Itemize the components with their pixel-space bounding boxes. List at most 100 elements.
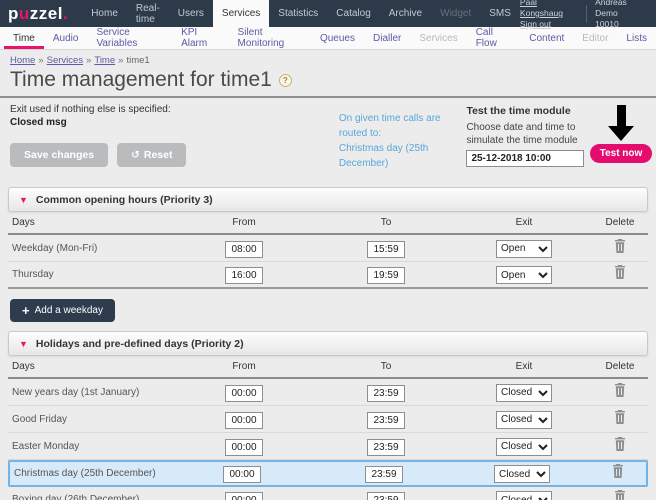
breadcrumb: Home»Services»Time»time1 [0, 50, 656, 66]
to-time-input[interactable] [367, 267, 405, 284]
test-module-block: Test the time module Choose date and tim… [466, 103, 594, 171]
table-header: Days From To Exit Delete [8, 212, 648, 235]
exit-select[interactable]: Open [496, 240, 552, 258]
collapse-triangle-icon: ▼ [19, 339, 28, 349]
col-from: From [172, 217, 316, 228]
user-links: Paal Kongshaug Sign out [520, 0, 578, 30]
user-area: Paal Kongshaug Sign out Andreas Demo 100… [520, 0, 656, 27]
trash-icon[interactable] [614, 437, 626, 456]
subnav-service-variables[interactable]: Service Variables [87, 27, 172, 49]
trash-icon[interactable] [614, 410, 626, 429]
section-title: Holidays and pre-defined days (Priority … [36, 338, 244, 350]
test-now-column: Test now [594, 103, 648, 171]
nav-sms[interactable]: SMS [480, 0, 520, 27]
from-time-input[interactable] [225, 267, 263, 284]
to-time-input[interactable] [367, 241, 405, 258]
nav-statistics[interactable]: Statistics [269, 0, 327, 27]
breadcrumb-separator: » [86, 55, 91, 66]
reset-button[interactable]: ↺Reset [117, 143, 186, 167]
breadcrumb-services[interactable]: Services [47, 55, 83, 66]
table-row-selected: Christmas day (25th December) Closed [8, 460, 648, 487]
trash-icon[interactable] [614, 383, 626, 402]
trash-icon[interactable] [614, 490, 626, 500]
nav-users[interactable]: Users [169, 0, 213, 27]
to-time-input[interactable] [367, 439, 405, 456]
subnav-audio[interactable]: Audio [44, 27, 88, 49]
breadcrumb-separator: » [38, 55, 43, 66]
subnav-call-flow[interactable]: Call Flow [467, 27, 521, 49]
exit-select[interactable]: Closed [496, 384, 552, 402]
help-icon[interactable]: ? [279, 74, 292, 87]
row-days-label: Good Friday [8, 414, 172, 425]
col-delete: Delete [592, 217, 648, 228]
subnav-kpi-alarm[interactable]: KPI Alarm [172, 27, 228, 49]
to-time-input[interactable] [367, 412, 405, 429]
to-time-input[interactable] [365, 466, 403, 483]
table-row: Boxing day (26th December) Closed [8, 487, 648, 500]
nav-widget: Widget [431, 0, 480, 27]
exit-select[interactable]: Closed [496, 438, 552, 456]
services-sub-nav: Time Audio Service Variables KPI Alarm S… [0, 27, 656, 50]
nav-real-time[interactable]: Real-time [127, 0, 169, 27]
from-time-input[interactable] [225, 412, 263, 429]
section-header-holidays[interactable]: ▼ Holidays and pre-defined days (Priorit… [8, 331, 648, 356]
subnav-silent-monitoring[interactable]: Silent Monitoring [229, 27, 311, 49]
account-info: Andreas Demo 10010 [595, 0, 648, 30]
from-time-input[interactable] [225, 492, 263, 500]
from-time-input[interactable] [223, 466, 261, 483]
row-days-label: Weekday (Mon-Fri) [8, 243, 172, 254]
reset-label: Reset [144, 149, 173, 161]
col-exit: Exit [456, 361, 592, 372]
breadcrumb-home[interactable]: Home [10, 55, 35, 66]
exit-select[interactable]: Closed [496, 491, 552, 500]
nav-services[interactable]: Services [213, 0, 269, 27]
common-opening-hours-section: ▼ Common opening hours (Priority 3) Days… [8, 187, 648, 322]
exit-select[interactable]: Closed [494, 465, 550, 483]
account-name: Andreas Demo [595, 0, 648, 19]
table-row: Weekday (Mon-Fri) Open [8, 235, 648, 262]
from-time-input[interactable] [225, 439, 263, 456]
user-name-link[interactable]: Paal Kongshaug [520, 0, 578, 19]
test-datetime-input[interactable] [466, 150, 584, 167]
table-row: New years day (1st January) Closed [8, 379, 648, 406]
breadcrumb-time[interactable]: Time [94, 55, 115, 66]
add-weekday-button[interactable]: +Add a weekday [10, 299, 115, 322]
logo-text-mid: zzel [30, 4, 63, 24]
subnav-editor: Editor [573, 27, 617, 49]
save-changes-button[interactable]: Save changes [10, 143, 108, 167]
row-days-label: Boxing day (26th December) [8, 494, 172, 500]
subnav-lists[interactable]: Lists [617, 27, 656, 49]
exit-select[interactable]: Closed [496, 411, 552, 429]
trash-icon[interactable] [614, 265, 626, 284]
subnav-time[interactable]: Time [4, 27, 44, 49]
title-block: Time management for time1 ? [0, 66, 656, 98]
top-bar: puzzel. Home Real-time Users Services St… [0, 0, 656, 27]
row-days-label: Thursday [8, 269, 172, 280]
row-days-label: New years day (1st January) [8, 387, 172, 398]
nav-catalog[interactable]: Catalog [327, 0, 379, 27]
main-nav: Home Real-time Users Services Statistics… [82, 0, 520, 27]
default-exit-label: Exit used if nothing else is specified: [10, 103, 339, 116]
row-days-label: Easter Monday [8, 441, 172, 452]
trash-icon[interactable] [614, 239, 626, 258]
subnav-dialler[interactable]: Dialler [364, 27, 410, 49]
section-header-common-opening-hours[interactable]: ▼ Common opening hours (Priority 3) [8, 187, 648, 212]
subnav-content[interactable]: Content [520, 27, 573, 49]
exit-select[interactable]: Open [496, 266, 552, 284]
puzzel-logo[interactable]: puzzel. [0, 0, 82, 27]
breadcrumb-current: time1 [126, 55, 149, 66]
col-delete: Delete [592, 361, 648, 372]
logo-dot: . [63, 4, 68, 24]
to-time-input[interactable] [367, 492, 405, 500]
from-time-input[interactable] [225, 385, 263, 402]
test-now-button[interactable]: Test now [590, 144, 653, 163]
section-title: Common opening hours (Priority 3) [36, 194, 213, 206]
action-buttons: Save changes ↺Reset [10, 143, 339, 167]
subnav-queues[interactable]: Queues [311, 27, 364, 49]
col-days: Days [8, 361, 172, 372]
trash-icon[interactable] [612, 464, 624, 483]
nav-home[interactable]: Home [82, 0, 127, 27]
to-time-input[interactable] [367, 385, 405, 402]
nav-archive[interactable]: Archive [380, 0, 431, 27]
from-time-input[interactable] [225, 241, 263, 258]
